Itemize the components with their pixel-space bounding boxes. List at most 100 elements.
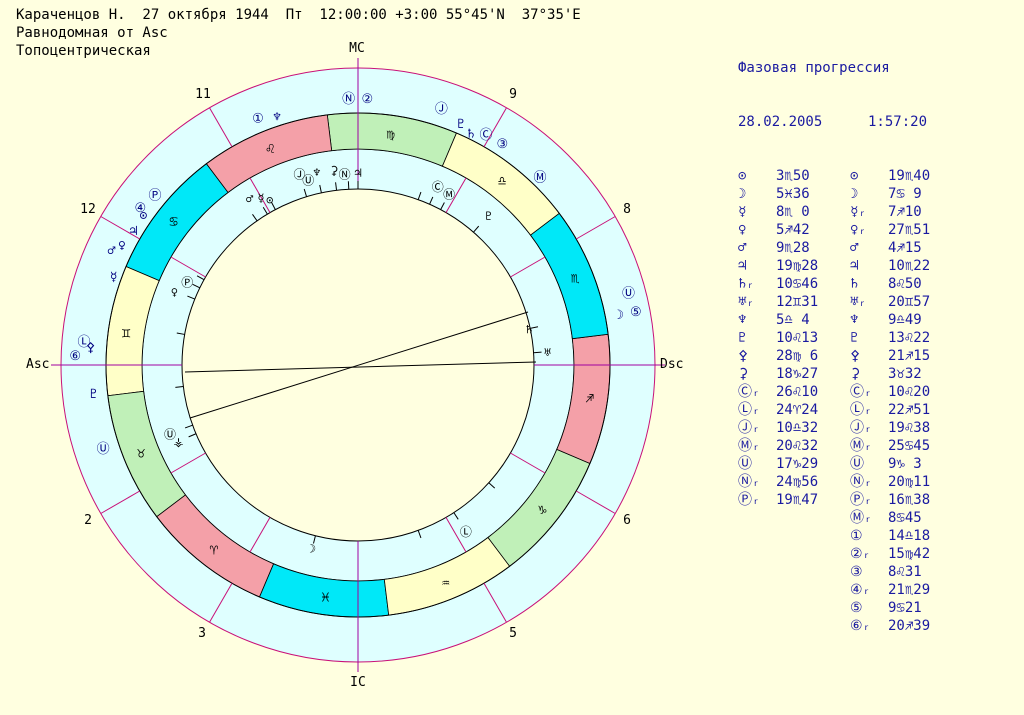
progression-v2: 16♏38 xyxy=(888,492,931,508)
progression-g1: Ⓝᵣ xyxy=(738,474,761,490)
point-6-glyph: ⑥ xyxy=(69,349,81,364)
progression-v2: 22♐51 xyxy=(888,402,931,418)
progression-g2: Ⓜᵣ xyxy=(850,510,873,526)
progression-v2: 20♊57 xyxy=(888,294,931,310)
progression-v2: 8♌31 xyxy=(888,564,922,580)
progression-v2: 9♑ 3 xyxy=(888,456,922,472)
north-node-inner-glyph: Ⓝ xyxy=(339,167,351,181)
progression-row: ⚴ 28♍ 6 ⚴ 21♐15 xyxy=(738,347,930,365)
progression-v1: 19♏47 xyxy=(776,492,819,508)
progression-g2: ⚳ xyxy=(850,366,861,382)
progression-v1: 12♊31 xyxy=(776,294,819,310)
neptune-glyph: ♆ xyxy=(273,110,281,125)
progression-row: ☿ 8♏ 0 ☿ᵣ 7♐10 xyxy=(738,203,922,221)
progression-g2: ♇ xyxy=(850,330,859,346)
progression-v1: 26♌10 xyxy=(776,384,819,400)
vulcan-glyph: ⚴ xyxy=(86,340,96,355)
progression-row: ♀ 5♐42 ♀ᵣ 27♏51 xyxy=(738,221,930,239)
uranus-node-glyph: Ⓤ xyxy=(97,442,110,457)
progression-row: Ⓤ 17♑29 Ⓤ 9♑ 3 xyxy=(738,455,922,473)
zodiac-sign-glyph: ♈ xyxy=(210,542,219,558)
progression-v1: 5♓36 xyxy=(776,186,810,202)
zodiac-sign-glyph: ♏ xyxy=(571,270,580,286)
progression-g1: ⚳ xyxy=(738,366,749,382)
house-number-5: 5 xyxy=(509,626,517,641)
progression-v2: 20♐39 xyxy=(888,618,931,634)
progression-g1: Ⓤ xyxy=(738,456,752,472)
progression-row: ⑥ᵣ 20♐39 xyxy=(738,617,930,635)
progression-v2: 14♎18 xyxy=(888,528,931,544)
progression-row: Ⓒᵣ 26♌10 Ⓒᵣ 10♌20 xyxy=(738,383,930,401)
progression-v1: 28♍ 6 xyxy=(776,348,819,364)
progression-g2: ⚴ xyxy=(850,348,861,364)
house-number-9: 9 xyxy=(509,87,517,102)
progression-row: ♅ᵣ 12♊31 ♅ᵣ 20♊57 xyxy=(738,293,930,311)
chiron-inner-glyph: Ⓒ xyxy=(432,180,444,194)
moon-glyph: ☽ xyxy=(616,308,624,323)
progression-v2: 8♌50 xyxy=(888,276,922,292)
progression-g2: ♄ xyxy=(850,276,859,292)
progression-v2: 19♌38 xyxy=(888,420,931,436)
progression-time: 1:57:20 xyxy=(868,114,928,130)
progression-v2: 21♏29 xyxy=(888,582,931,598)
zodiac-sign-glyph: ♍ xyxy=(386,126,394,142)
progression-row: ⊙ 3♏50 ⊙ 19♏40 xyxy=(738,167,930,185)
pluto-inner-glyph: ♇ xyxy=(485,209,492,223)
progression-g1: Ⓟᵣ xyxy=(738,492,761,508)
progression-g2: ②ᵣ xyxy=(850,546,871,562)
ic-label: IC xyxy=(350,675,366,690)
mc-label: MC xyxy=(349,41,365,56)
venus-glyph: ♀ xyxy=(118,239,126,254)
progression-panel: Фазовая прогрессия 28.02.2005 1:57:20 ⊙ 3♏… xyxy=(738,23,930,653)
zodiac-sign-glyph: ♊ xyxy=(122,325,131,341)
progression-v2: 4♐15 xyxy=(888,240,922,256)
progression-g1: Ⓜᵣ xyxy=(738,438,761,454)
progression-table: ⊙ 3♏50 ⊙ 19♏40 ☽ 5♓36 ☽ 7♋ 9 ☿ 8♏ 0 ☿ᵣ 7♐10 ♀ 5♐42 ♀ᵣ 2… xyxy=(738,167,930,635)
progression-g1: ♆ xyxy=(738,312,747,328)
progression-row: Ⓟᵣ 19♏47 Ⓟᵣ 16♏38 xyxy=(738,491,930,509)
progression-g1: ♀ xyxy=(738,222,747,238)
juno-glyph: Ⓙ xyxy=(435,102,448,117)
progression-v1: 5♐42 xyxy=(776,222,810,238)
progression-g2: ⑤ xyxy=(850,600,863,616)
progression-v2: 13♌22 xyxy=(888,330,931,346)
progression-v1: 19♍28 xyxy=(776,258,819,274)
progression-g2: Ⓤ xyxy=(850,456,864,472)
zodiac-sign-glyph: ♌ xyxy=(266,141,275,157)
mars-inner-glyph: ♂ xyxy=(246,192,253,206)
house-number-11: 11 xyxy=(195,87,211,102)
north-node-glyph: Ⓝ xyxy=(342,92,355,107)
progression-g1: ♄ᵣ xyxy=(738,276,755,292)
progression-row: Ⓝᵣ 24♍56 Ⓝᵣ 20♍11 xyxy=(738,473,930,491)
progression-v1: 24♈24 xyxy=(776,402,819,418)
progression-g1: ⚴ xyxy=(738,348,749,364)
progression-g2: ♅ᵣ xyxy=(850,294,867,310)
progression-g2: Ⓙᵣ xyxy=(850,420,873,436)
natal-wheel: ♍ ♌ ♋ ♊ ♉ ♈ ♓ ♒ ♑ ♐ ♏ ♎ MC IC Asc Dsc 9 8 6 5 3 2 1… xyxy=(26,41,683,690)
progression-g2: Ⓟᵣ xyxy=(850,492,873,508)
uranus-dsc-inner-glyph: ♅ xyxy=(544,346,551,360)
progression-g1: ☿ xyxy=(738,204,747,220)
progression-v1: 10♎32 xyxy=(776,420,819,436)
proserpina-inner-glyph: Ⓟ xyxy=(181,276,193,290)
progression-g2: Ⓝᵣ xyxy=(850,474,873,490)
progression-g2: ③ xyxy=(850,564,863,580)
progression-g1: ♂ xyxy=(738,240,747,256)
progression-v2: 9♎49 xyxy=(888,312,922,328)
saturn-inner-glyph: ♄ xyxy=(526,323,533,337)
progression-g2: ① xyxy=(850,528,863,544)
progression-v2: 7♋ 9 xyxy=(888,186,922,202)
dsc-label: Dsc xyxy=(660,357,683,372)
progression-row: ♃ 19♍28 ♃ 10♏22 xyxy=(738,257,930,275)
progression-g1: ♅ᵣ xyxy=(738,294,755,310)
house-number-3: 3 xyxy=(198,626,206,641)
progression-v2: 15♍42 xyxy=(888,546,931,562)
pluto-glyph: ♇ xyxy=(457,117,465,132)
progression-g2: ④ᵣ xyxy=(850,582,871,598)
saturn-glyph: ♄ xyxy=(467,127,475,142)
mars-glyph: ♂ xyxy=(108,244,116,259)
progression-row: Ⓙᵣ 10♎32 Ⓙᵣ 19♌38 xyxy=(738,419,930,437)
house-number-8: 8 xyxy=(623,202,631,217)
progression-g2: ♂ xyxy=(850,240,859,256)
asc-label: Asc xyxy=(26,357,49,372)
